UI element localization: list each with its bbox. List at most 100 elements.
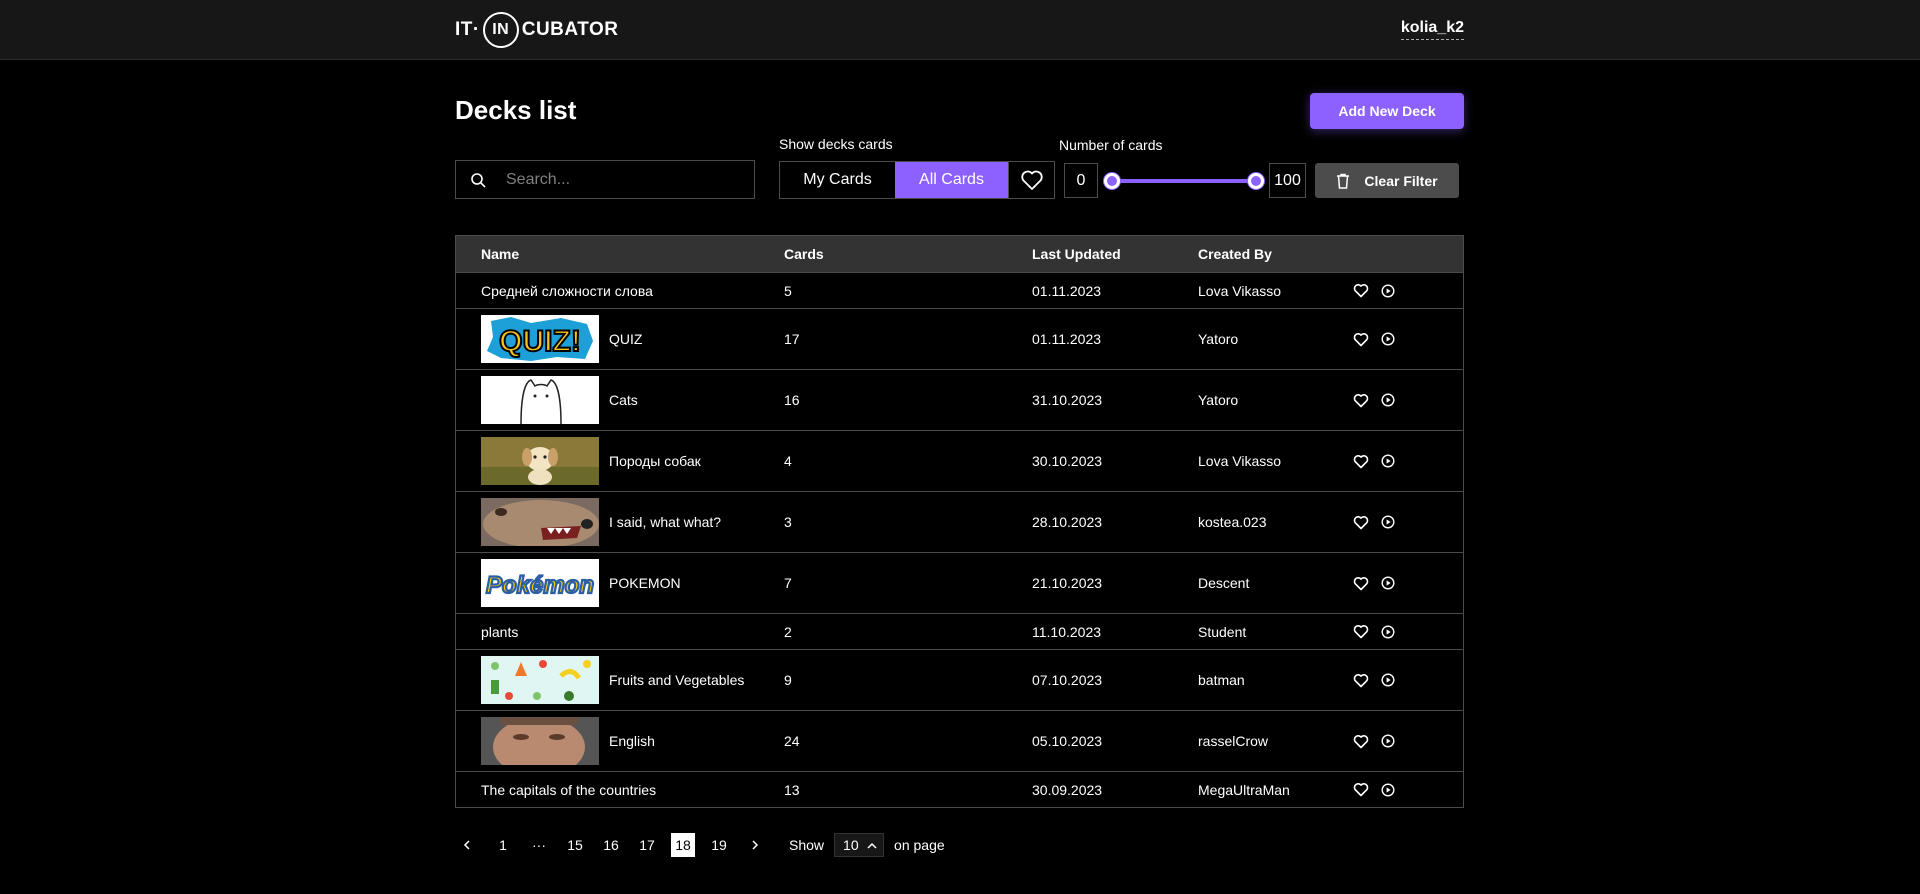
table-row[interactable]: QUIZ! QUIZ 17 01.11.2023 Yatoro: [456, 308, 1463, 369]
tab-all-cards[interactable]: All Cards: [895, 162, 1008, 198]
logo-text-right: CUBATOR: [521, 19, 619, 40]
deck-name[interactable]: Породы собак: [609, 453, 701, 469]
chevron-right-icon: [752, 840, 759, 850]
clear-filter-button[interactable]: Clear Filter: [1315, 163, 1459, 198]
search-field[interactable]: [455, 160, 755, 199]
deck-name-cell[interactable]: plants: [456, 624, 784, 640]
next-page-button[interactable]: [743, 833, 767, 857]
deck-name[interactable]: Средней сложности слова: [481, 283, 653, 299]
table-row[interactable]: Cats 16 31.10.2023 Yatoro: [456, 369, 1463, 430]
logo[interactable]: IT· IN CUBATOR: [455, 12, 618, 48]
deck-actions: [1353, 673, 1395, 688]
deck-name[interactable]: The capitals of the countries: [481, 782, 656, 798]
search-input[interactable]: [506, 170, 746, 189]
column-cards[interactable]: Cards: [784, 246, 1032, 262]
deck-created-by: Lova Vikasso: [1198, 453, 1282, 469]
page-button[interactable]: 17: [635, 833, 659, 857]
table-row[interactable]: Fruits and Vegetables 9 07.10.2023 batma…: [456, 649, 1463, 710]
tab-my-cards[interactable]: My Cards: [780, 162, 895, 198]
page-button[interactable]: 18: [671, 833, 695, 857]
table-header: Name Cards Last Updated Created By: [456, 236, 1463, 272]
deck-last-updated: 30.09.2023: [1032, 781, 1103, 798]
deck-last-updated: 01.11.2023: [1032, 282, 1102, 299]
deck-cover-image: Pokémon: [481, 559, 599, 607]
deck-name-cell[interactable]: The capitals of the countries: [456, 782, 784, 798]
heart-icon[interactable]: [1353, 393, 1369, 408]
page-button[interactable]: 15: [563, 833, 587, 857]
deck-name[interactable]: Fruits and Vegetables: [609, 672, 744, 688]
deck-name-cell[interactable]: QUIZ! QUIZ: [456, 315, 784, 363]
deck-name-cell[interactable]: Pokémon POKEMON: [456, 559, 784, 607]
heart-icon[interactable]: [1353, 283, 1369, 298]
min-cards-value[interactable]: 0: [1064, 163, 1098, 198]
show-decks-label: Show decks cards: [779, 136, 893, 152]
heart-icon[interactable]: [1353, 734, 1369, 749]
heart-icon[interactable]: [1353, 673, 1369, 688]
table-row[interactable]: Средней сложности слова 5 01.11.2023 Lov…: [456, 272, 1463, 308]
play-icon[interactable]: [1381, 576, 1395, 590]
page-button[interactable]: 19: [707, 833, 731, 857]
table-row[interactable]: plants 2 11.10.2023 Student: [456, 613, 1463, 649]
play-icon[interactable]: [1381, 393, 1395, 407]
heart-icon[interactable]: [1353, 576, 1369, 591]
tab-favorites[interactable]: [1008, 162, 1054, 198]
add-new-deck-button[interactable]: Add New Deck: [1310, 93, 1464, 129]
column-last-updated[interactable]: Last Updated: [1032, 246, 1198, 262]
play-icon[interactable]: [1381, 782, 1395, 797]
heart-icon: [1020, 170, 1043, 190]
deck-created-by: batman: [1198, 672, 1245, 688]
deck-cover-image: [481, 717, 599, 765]
play-icon[interactable]: [1381, 624, 1395, 639]
play-icon[interactable]: [1381, 673, 1395, 687]
heart-icon[interactable]: [1353, 515, 1369, 530]
deck-name-cell[interactable]: Породы собак: [456, 437, 784, 485]
play-icon[interactable]: [1381, 515, 1395, 529]
table-row[interactable]: Pokémon POKEMON 7 21.10.2023 Descent: [456, 552, 1463, 613]
deck-created-by: Descent: [1198, 575, 1250, 591]
play-icon[interactable]: [1381, 283, 1395, 298]
deck-actions: [1353, 283, 1395, 298]
max-cards-value[interactable]: 100: [1269, 163, 1306, 198]
heart-icon[interactable]: [1353, 624, 1369, 639]
column-name[interactable]: Name: [456, 246, 784, 262]
deck-cards-count: 3: [784, 514, 792, 530]
page-button[interactable]: 1: [491, 833, 515, 857]
table-row[interactable]: Породы собак 4 30.10.2023 Lova Vikasso: [456, 430, 1463, 491]
per-page-select[interactable]: 10: [834, 833, 885, 857]
heart-icon[interactable]: [1353, 454, 1369, 469]
deck-name-cell[interactable]: I said, what what?: [456, 498, 784, 546]
table-row[interactable]: I said, what what? 3 28.10.2023 kostea.0…: [456, 491, 1463, 552]
page-title: Decks list: [455, 95, 577, 125]
deck-name[interactable]: plants: [481, 624, 518, 640]
deck-name-cell[interactable]: Fruits and Vegetables: [456, 656, 784, 704]
play-icon[interactable]: [1381, 454, 1395, 468]
deck-name[interactable]: English: [609, 733, 655, 749]
slider-min-handle[interactable]: [1104, 173, 1120, 189]
prev-page-button[interactable]: [455, 833, 479, 857]
deck-actions: [1353, 454, 1395, 469]
deck-name[interactable]: Cats: [609, 392, 638, 408]
table-row[interactable]: English 24 05.10.2023 rasselCrow: [456, 710, 1463, 771]
page-button[interactable]: 16: [599, 833, 623, 857]
deck-name[interactable]: POKEMON: [609, 575, 681, 591]
deck-name-cell[interactable]: Cats: [456, 376, 784, 424]
table-row[interactable]: The capitals of the countries 13 30.09.2…: [456, 771, 1463, 807]
deck-name[interactable]: QUIZ: [609, 331, 642, 347]
deck-cover-image: [481, 376, 599, 424]
heart-icon[interactable]: [1353, 782, 1369, 797]
heart-icon[interactable]: [1353, 332, 1369, 347]
search-icon: [471, 172, 486, 188]
deck-created-by: rasselCrow: [1198, 733, 1269, 749]
play-icon[interactable]: [1381, 734, 1395, 748]
user-name-link[interactable]: kolia_k2: [1400, 19, 1464, 40]
deck-created-by: Lova Vikasso: [1198, 282, 1282, 299]
slider-max-handle[interactable]: [1248, 173, 1264, 189]
per-page-control: Show 10 on page: [789, 833, 945, 857]
cards-range-slider[interactable]: [1112, 179, 1256, 183]
deck-name-cell[interactable]: Средней сложности слова: [456, 283, 784, 299]
deck-name[interactable]: I said, what what?: [609, 514, 721, 530]
column-created-by[interactable]: Created By: [1198, 246, 1353, 262]
deck-name-cell[interactable]: English: [456, 717, 784, 765]
trash-icon: [1337, 173, 1350, 189]
play-icon[interactable]: [1381, 332, 1395, 346]
